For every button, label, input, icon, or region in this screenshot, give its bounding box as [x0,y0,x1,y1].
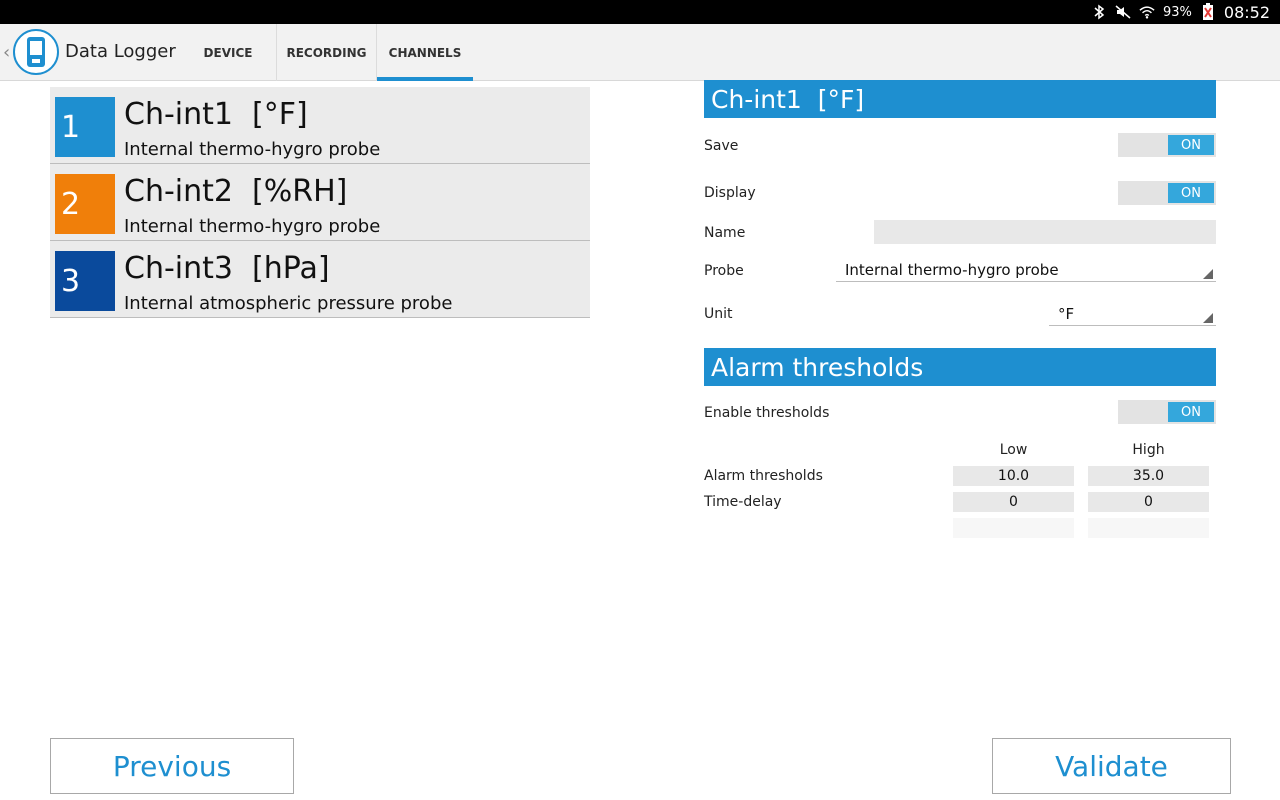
tab-recording[interactable]: RECORDING [277,24,377,81]
channel-item-3[interactable]: 3 Ch-int3 [hPa] Internal atmospheric pre… [50,241,590,318]
app-title: Data Logger [65,41,176,62]
probe-select-value: Internal thermo-hygro probe [845,260,1059,279]
channel-item-2[interactable]: 2 Ch-int2 [%RH] Internal thermo-hygro pr… [50,164,590,241]
probe-label: Probe [704,263,744,279]
time-delay-low-input[interactable]: 0 [953,492,1074,512]
bluetooth-icon [1091,4,1107,20]
high-column-header: High [1132,442,1165,458]
channel-name: Ch-int3 [hPa] [124,251,330,286]
alarm-thresholds-label: Alarm thresholds [704,468,823,484]
enable-thresholds-toggle[interactable]: ON [1118,400,1216,424]
channel-name: Ch-int1 [°F] [124,97,308,132]
tab-device[interactable]: DEVICE [180,24,277,81]
unit-select[interactable]: °F [1049,302,1216,326]
display-toggle[interactable]: ON [1118,181,1216,205]
unit-label: Unit [704,306,733,322]
tab-channels[interactable]: CHANNELS [377,24,473,81]
channel-probe: Internal thermo-hygro probe [124,139,381,160]
channel-settings-header: Ch-int1 [°F] [704,80,1216,118]
previous-button[interactable]: Previous [50,738,294,794]
empty-high-input[interactable] [1088,518,1209,538]
channel-number-badge: 1 [55,97,115,157]
name-field[interactable] [874,220,1216,244]
save-toggle-state: ON [1168,135,1214,155]
display-label: Display [704,185,756,201]
channel-number-badge: 2 [55,174,115,234]
channel-probe: Internal thermo-hygro probe [124,216,381,237]
save-toggle[interactable]: ON [1118,133,1216,157]
channel-list: 1 Ch-int1 [°F] Internal thermo-hygro pro… [50,87,590,318]
low-column-header: Low [999,442,1028,458]
empty-low-input[interactable] [953,518,1074,538]
time-delay-high-input[interactable]: 0 [1088,492,1209,512]
battery-percent: 93% [1162,4,1192,20]
unit-select-value: °F [1058,304,1075,323]
threshold-high-input[interactable]: 35.0 [1088,466,1209,486]
alarm-thresholds-header: Alarm thresholds [704,348,1216,386]
enable-thresholds-toggle-state: ON [1168,402,1214,422]
channel-number-badge: 3 [55,251,115,311]
enable-thresholds-label: Enable thresholds [704,405,830,421]
tab-bar: DEVICE RECORDING CHANNELS [180,24,473,81]
display-toggle-state: ON [1168,183,1214,203]
validate-button[interactable]: Validate [992,738,1231,794]
status-bar: 93% 08:52 [0,0,1280,24]
probe-select[interactable]: Internal thermo-hygro probe [836,258,1216,282]
save-label: Save [704,138,739,154]
wifi-icon [1139,4,1155,20]
time-delay-label: Time-delay [704,494,782,510]
channel-item-1[interactable]: 1 Ch-int1 [°F] Internal thermo-hygro pro… [50,87,590,164]
name-label: Name [704,225,746,241]
dropdown-triangle-icon [1203,313,1213,323]
battery-icon [1200,3,1216,20]
clock: 08:52 [1223,2,1270,22]
channel-name: Ch-int2 [%RH] [124,174,348,209]
action-bar: ‹ Data Logger DEVICE RECORDING CHANNELS [0,24,1280,81]
threshold-low-input[interactable]: 10.0 [953,466,1074,486]
dropdown-triangle-icon [1203,269,1213,279]
back-chevron-icon[interactable]: ‹ [3,42,10,63]
app-logo-icon[interactable] [13,29,59,75]
mute-icon [1115,4,1131,20]
channel-probe: Internal atmospheric pressure probe [124,293,453,314]
